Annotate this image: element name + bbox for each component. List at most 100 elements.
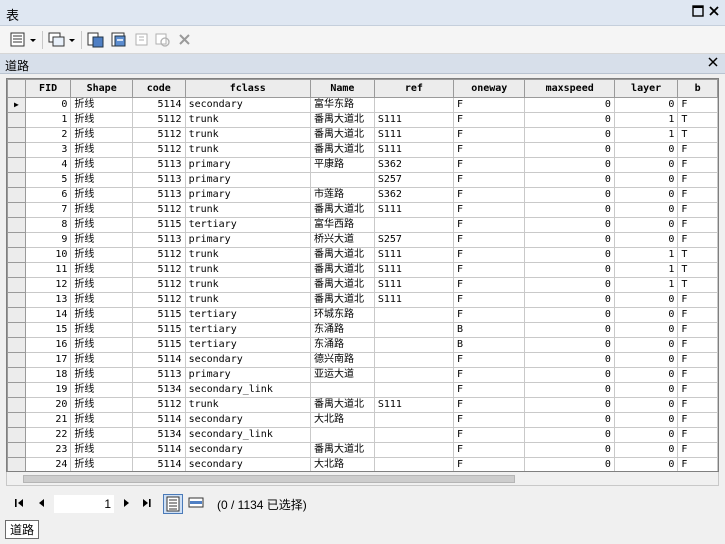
table-row[interactable]: 15 折线 5115 tertiary 东涌路 B 0 0 F bbox=[7, 322, 718, 338]
cell-maxspeed[interactable]: 0 bbox=[524, 202, 615, 218]
cell-code[interactable]: 5113 bbox=[131, 157, 186, 173]
cell-layer[interactable]: 0 bbox=[613, 427, 679, 443]
cell-layer[interactable]: 0 bbox=[613, 337, 679, 353]
table-row[interactable]: 18 折线 5113 primary 亚运大道 F 0 0 F bbox=[7, 367, 718, 383]
related-tables-icon[interactable] bbox=[47, 31, 77, 49]
clear-selection-icon[interactable] bbox=[134, 31, 150, 49]
cell-layer[interactable]: 1 bbox=[613, 112, 679, 128]
cell-oneway[interactable]: F bbox=[453, 367, 526, 383]
cell-fid[interactable]: 24 bbox=[24, 457, 72, 471]
cell-maxspeed[interactable]: 0 bbox=[524, 187, 615, 203]
cell-layer[interactable]: 0 bbox=[613, 172, 679, 188]
cell-code[interactable]: 5114 bbox=[131, 412, 186, 428]
cell-oneway[interactable]: B bbox=[453, 337, 526, 353]
cell-ref[interactable]: S362 bbox=[373, 187, 455, 203]
cell-code[interactable]: 5115 bbox=[131, 217, 186, 233]
cell-b[interactable]: F bbox=[677, 142, 718, 158]
cell-layer[interactable]: 0 bbox=[613, 187, 679, 203]
cell-shape[interactable]: 折线 bbox=[70, 157, 133, 173]
cell-code[interactable]: 5112 bbox=[131, 112, 186, 128]
cell-name[interactable]: 富华西路 bbox=[309, 217, 375, 233]
cell-fclass[interactable]: secondary bbox=[184, 457, 311, 471]
cell-maxspeed[interactable]: 0 bbox=[524, 427, 615, 443]
row-selector[interactable] bbox=[7, 172, 26, 188]
row-selector[interactable] bbox=[7, 217, 26, 233]
cell-code[interactable]: 5114 bbox=[131, 352, 186, 368]
cell-oneway[interactable]: F bbox=[453, 442, 526, 458]
cell-fclass[interactable]: primary bbox=[184, 232, 311, 248]
column-header-name[interactable]: Name bbox=[309, 79, 375, 98]
row-selector[interactable] bbox=[7, 457, 26, 471]
table-row[interactable]: 11 折线 5112 trunk 番禺大道北 S111 F 0 1 T bbox=[7, 262, 718, 278]
cell-code[interactable]: 5113 bbox=[131, 187, 186, 203]
cell-name[interactable]: 番禺大道北 bbox=[309, 142, 375, 158]
cell-fclass[interactable]: trunk bbox=[184, 142, 311, 158]
cell-fid[interactable]: 3 bbox=[24, 142, 72, 158]
table-row[interactable]: 20 折线 5112 trunk 番禺大道北 S111 F 0 0 F bbox=[7, 397, 718, 413]
cell-b[interactable]: F bbox=[677, 337, 718, 353]
cell-fid[interactable]: 6 bbox=[24, 187, 72, 203]
row-selector[interactable] bbox=[7, 187, 26, 203]
cell-oneway[interactable]: F bbox=[453, 277, 526, 293]
cell-shape[interactable]: 折线 bbox=[70, 127, 133, 143]
cell-fclass[interactable]: tertiary bbox=[184, 337, 311, 353]
table-row[interactable]: 17 折线 5114 secondary 德兴南路 F 0 0 F bbox=[7, 352, 718, 368]
cell-ref[interactable]: S111 bbox=[373, 397, 455, 413]
cell-fid[interactable]: 4 bbox=[24, 157, 72, 173]
cell-fclass[interactable]: secondary bbox=[184, 442, 311, 458]
table-row[interactable]: 19 折线 5134 secondary_link F 0 0 F bbox=[7, 382, 718, 398]
table-row[interactable]: 14 折线 5115 tertiary 环城东路 F 0 0 F bbox=[7, 307, 718, 323]
cell-maxspeed[interactable]: 0 bbox=[524, 307, 615, 323]
table-row[interactable]: ▶ 0 折线 5114 secondary 富华东路 F 0 0 F bbox=[7, 97, 718, 113]
cell-fclass[interactable]: primary bbox=[184, 187, 311, 203]
cell-b[interactable]: F bbox=[677, 97, 718, 113]
cell-maxspeed[interactable]: 0 bbox=[524, 382, 615, 398]
cell-name[interactable]: 番禺大道北 bbox=[309, 397, 375, 413]
cell-fclass[interactable]: primary bbox=[184, 172, 311, 188]
row-selector[interactable] bbox=[7, 412, 26, 428]
cell-name[interactable]: 番禺大道北 bbox=[309, 127, 375, 143]
cell-fid[interactable]: 18 bbox=[24, 367, 72, 383]
row-selector[interactable] bbox=[7, 442, 26, 458]
table-row[interactable]: 24 折线 5114 secondary 大北路 F 0 0 F bbox=[7, 457, 718, 471]
cell-layer[interactable]: 0 bbox=[613, 202, 679, 218]
table-row[interactable]: 4 折线 5113 primary 平康路 S362 F 0 0 F bbox=[7, 157, 718, 173]
cell-maxspeed[interactable]: 0 bbox=[524, 292, 615, 308]
prev-record-icon[interactable] bbox=[36, 497, 48, 514]
delete-selected-icon[interactable] bbox=[177, 31, 193, 49]
cell-b[interactable]: F bbox=[677, 367, 718, 383]
cell-maxspeed[interactable]: 0 bbox=[524, 217, 615, 233]
cell-name[interactable] bbox=[309, 427, 375, 443]
tab-roads[interactable]: 道路 bbox=[5, 520, 40, 539]
cell-ref[interactable]: S111 bbox=[373, 277, 455, 293]
cell-b[interactable]: T bbox=[677, 127, 718, 143]
cell-oneway[interactable]: F bbox=[453, 127, 526, 143]
cell-ref[interactable]: S111 bbox=[373, 292, 455, 308]
row-selector[interactable] bbox=[7, 322, 26, 338]
cell-b[interactable]: F bbox=[677, 427, 718, 443]
first-record-icon[interactable] bbox=[14, 497, 26, 514]
close-icon[interactable] bbox=[708, 56, 718, 70]
cell-fid[interactable]: 1 bbox=[24, 112, 72, 128]
cell-maxspeed[interactable]: 0 bbox=[524, 367, 615, 383]
row-selector[interactable]: ▶ bbox=[7, 97, 26, 113]
cell-code[interactable]: 5112 bbox=[131, 247, 186, 263]
cell-ref[interactable] bbox=[373, 97, 455, 113]
cell-oneway[interactable]: F bbox=[453, 232, 526, 248]
cell-ref[interactable]: S111 bbox=[373, 142, 455, 158]
cell-ref[interactable] bbox=[373, 217, 455, 233]
table-row[interactable]: 16 折线 5115 tertiary 东涌路 B 0 0 F bbox=[7, 337, 718, 353]
cell-shape[interactable]: 折线 bbox=[70, 292, 133, 308]
cell-oneway[interactable]: F bbox=[453, 112, 526, 128]
cell-ref[interactable]: S111 bbox=[373, 262, 455, 278]
cell-shape[interactable]: 折线 bbox=[70, 112, 133, 128]
cell-ref[interactable]: S111 bbox=[373, 247, 455, 263]
cell-code[interactable]: 5115 bbox=[131, 307, 186, 323]
cell-layer[interactable]: 0 bbox=[613, 457, 679, 471]
cell-ref[interactable]: S362 bbox=[373, 157, 455, 173]
cell-shape[interactable]: 折线 bbox=[70, 352, 133, 368]
cell-fclass[interactable]: secondary_link bbox=[184, 382, 311, 398]
cell-code[interactable]: 5113 bbox=[131, 232, 186, 248]
cell-maxspeed[interactable]: 0 bbox=[524, 277, 615, 293]
cell-code[interactable]: 5112 bbox=[131, 142, 186, 158]
